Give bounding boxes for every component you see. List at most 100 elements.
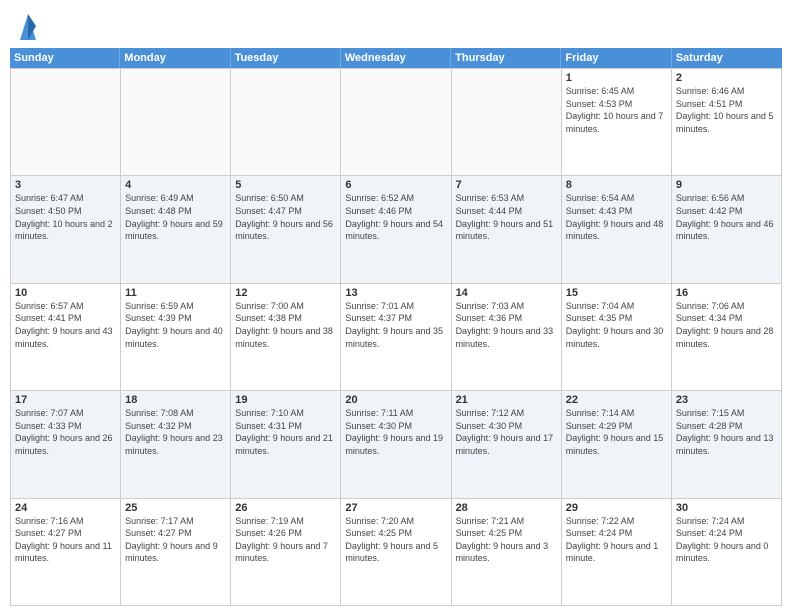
day-number: 14 (456, 287, 557, 299)
day-info: Sunrise: 6:59 AM Sunset: 4:39 PM Dayligh… (125, 300, 226, 350)
logo-icon (18, 12, 38, 40)
calendar-page: SundayMondayTuesdayWednesdayThursdayFrid… (0, 0, 792, 612)
day-number: 17 (15, 394, 116, 406)
day-info: Sunrise: 7:20 AM Sunset: 4:25 PM Dayligh… (345, 515, 446, 565)
day-info: Sunrise: 7:04 AM Sunset: 4:35 PM Dayligh… (566, 300, 667, 350)
day-number: 23 (676, 394, 777, 406)
day-number: 16 (676, 287, 777, 299)
day-number: 4 (125, 179, 226, 191)
calendar-cell: 1Sunrise: 6:45 AM Sunset: 4:53 PM Daylig… (562, 69, 672, 176)
day-info: Sunrise: 7:06 AM Sunset: 4:34 PM Dayligh… (676, 300, 777, 350)
calendar-cell: 12Sunrise: 7:00 AM Sunset: 4:38 PM Dayli… (231, 284, 341, 391)
calendar-cell: 23Sunrise: 7:15 AM Sunset: 4:28 PM Dayli… (672, 391, 782, 498)
day-number: 19 (235, 394, 336, 406)
calendar-cell (11, 69, 121, 176)
day-number: 1 (566, 72, 667, 84)
day-number: 5 (235, 179, 336, 191)
day-number: 10 (15, 287, 116, 299)
logo (16, 12, 38, 40)
weekday-header: Tuesday (231, 48, 341, 68)
day-info: Sunrise: 7:10 AM Sunset: 4:31 PM Dayligh… (235, 407, 336, 457)
calendar-cell: 25Sunrise: 7:17 AM Sunset: 4:27 PM Dayli… (121, 499, 231, 606)
calendar-cell: 29Sunrise: 7:22 AM Sunset: 4:24 PM Dayli… (562, 499, 672, 606)
calendar-cell: 19Sunrise: 7:10 AM Sunset: 4:31 PM Dayli… (231, 391, 341, 498)
day-info: Sunrise: 6:47 AM Sunset: 4:50 PM Dayligh… (15, 192, 116, 242)
day-number: 7 (456, 179, 557, 191)
calendar-cell: 14Sunrise: 7:03 AM Sunset: 4:36 PM Dayli… (452, 284, 562, 391)
day-info: Sunrise: 7:14 AM Sunset: 4:29 PM Dayligh… (566, 407, 667, 457)
day-info: Sunrise: 7:16 AM Sunset: 4:27 PM Dayligh… (15, 515, 116, 565)
day-info: Sunrise: 7:03 AM Sunset: 4:36 PM Dayligh… (456, 300, 557, 350)
day-info: Sunrise: 7:07 AM Sunset: 4:33 PM Dayligh… (15, 407, 116, 457)
day-number: 9 (676, 179, 777, 191)
calendar-header: SundayMondayTuesdayWednesdayThursdayFrid… (10, 48, 782, 68)
day-number: 12 (235, 287, 336, 299)
day-number: 28 (456, 502, 557, 514)
calendar-cell: 15Sunrise: 7:04 AM Sunset: 4:35 PM Dayli… (562, 284, 672, 391)
calendar-cell: 8Sunrise: 6:54 AM Sunset: 4:43 PM Daylig… (562, 176, 672, 283)
calendar-cell: 13Sunrise: 7:01 AM Sunset: 4:37 PM Dayli… (341, 284, 451, 391)
calendar-cell: 9Sunrise: 6:56 AM Sunset: 4:42 PM Daylig… (672, 176, 782, 283)
calendar-cell: 2Sunrise: 6:46 AM Sunset: 4:51 PM Daylig… (672, 69, 782, 176)
calendar-row: 10Sunrise: 6:57 AM Sunset: 4:41 PM Dayli… (11, 284, 782, 391)
calendar-cell (231, 69, 341, 176)
calendar-cell: 6Sunrise: 6:52 AM Sunset: 4:46 PM Daylig… (341, 176, 451, 283)
day-number: 3 (15, 179, 116, 191)
calendar-cell: 16Sunrise: 7:06 AM Sunset: 4:34 PM Dayli… (672, 284, 782, 391)
calendar: SundayMondayTuesdayWednesdayThursdayFrid… (0, 48, 792, 612)
day-number: 25 (125, 502, 226, 514)
weekday-header: Monday (120, 48, 230, 68)
weekday-header: Friday (561, 48, 671, 68)
day-number: 29 (566, 502, 667, 514)
calendar-body: 1Sunrise: 6:45 AM Sunset: 4:53 PM Daylig… (10, 68, 782, 606)
calendar-cell: 27Sunrise: 7:20 AM Sunset: 4:25 PM Dayli… (341, 499, 451, 606)
day-number: 6 (345, 179, 446, 191)
calendar-cell (121, 69, 231, 176)
calendar-cell: 5Sunrise: 6:50 AM Sunset: 4:47 PM Daylig… (231, 176, 341, 283)
day-number: 27 (345, 502, 446, 514)
weekday-header: Saturday (672, 48, 782, 68)
calendar-cell: 28Sunrise: 7:21 AM Sunset: 4:25 PM Dayli… (452, 499, 562, 606)
day-info: Sunrise: 7:21 AM Sunset: 4:25 PM Dayligh… (456, 515, 557, 565)
calendar-cell (341, 69, 451, 176)
day-number: 26 (235, 502, 336, 514)
day-info: Sunrise: 6:56 AM Sunset: 4:42 PM Dayligh… (676, 192, 777, 242)
day-info: Sunrise: 7:00 AM Sunset: 4:38 PM Dayligh… (235, 300, 336, 350)
day-info: Sunrise: 6:50 AM Sunset: 4:47 PM Dayligh… (235, 192, 336, 242)
day-info: Sunrise: 6:46 AM Sunset: 4:51 PM Dayligh… (676, 85, 777, 135)
day-number: 22 (566, 394, 667, 406)
calendar-row: 1Sunrise: 6:45 AM Sunset: 4:53 PM Daylig… (11, 69, 782, 176)
day-info: Sunrise: 6:54 AM Sunset: 4:43 PM Dayligh… (566, 192, 667, 242)
day-info: Sunrise: 7:11 AM Sunset: 4:30 PM Dayligh… (345, 407, 446, 457)
day-number: 24 (15, 502, 116, 514)
day-number: 2 (676, 72, 777, 84)
calendar-cell: 10Sunrise: 6:57 AM Sunset: 4:41 PM Dayli… (11, 284, 121, 391)
calendar-cell: 4Sunrise: 6:49 AM Sunset: 4:48 PM Daylig… (121, 176, 231, 283)
weekday-header: Wednesday (341, 48, 451, 68)
day-info: Sunrise: 7:24 AM Sunset: 4:24 PM Dayligh… (676, 515, 777, 565)
day-info: Sunrise: 7:12 AM Sunset: 4:30 PM Dayligh… (456, 407, 557, 457)
day-info: Sunrise: 6:53 AM Sunset: 4:44 PM Dayligh… (456, 192, 557, 242)
day-number: 20 (345, 394, 446, 406)
day-info: Sunrise: 7:19 AM Sunset: 4:26 PM Dayligh… (235, 515, 336, 565)
day-info: Sunrise: 7:22 AM Sunset: 4:24 PM Dayligh… (566, 515, 667, 565)
calendar-row: 24Sunrise: 7:16 AM Sunset: 4:27 PM Dayli… (11, 499, 782, 606)
calendar-cell: 11Sunrise: 6:59 AM Sunset: 4:39 PM Dayli… (121, 284, 231, 391)
day-number: 11 (125, 287, 226, 299)
calendar-cell: 18Sunrise: 7:08 AM Sunset: 4:32 PM Dayli… (121, 391, 231, 498)
day-number: 21 (456, 394, 557, 406)
page-header (0, 0, 792, 48)
day-info: Sunrise: 6:49 AM Sunset: 4:48 PM Dayligh… (125, 192, 226, 242)
day-info: Sunrise: 6:57 AM Sunset: 4:41 PM Dayligh… (15, 300, 116, 350)
day-info: Sunrise: 6:45 AM Sunset: 4:53 PM Dayligh… (566, 85, 667, 135)
weekday-header: Sunday (10, 48, 120, 68)
calendar-row: 3Sunrise: 6:47 AM Sunset: 4:50 PM Daylig… (11, 176, 782, 283)
day-number: 13 (345, 287, 446, 299)
day-number: 18 (125, 394, 226, 406)
day-number: 15 (566, 287, 667, 299)
day-number: 30 (676, 502, 777, 514)
calendar-cell: 17Sunrise: 7:07 AM Sunset: 4:33 PM Dayli… (11, 391, 121, 498)
calendar-cell (452, 69, 562, 176)
calendar-row: 17Sunrise: 7:07 AM Sunset: 4:33 PM Dayli… (11, 391, 782, 498)
calendar-cell: 30Sunrise: 7:24 AM Sunset: 4:24 PM Dayli… (672, 499, 782, 606)
